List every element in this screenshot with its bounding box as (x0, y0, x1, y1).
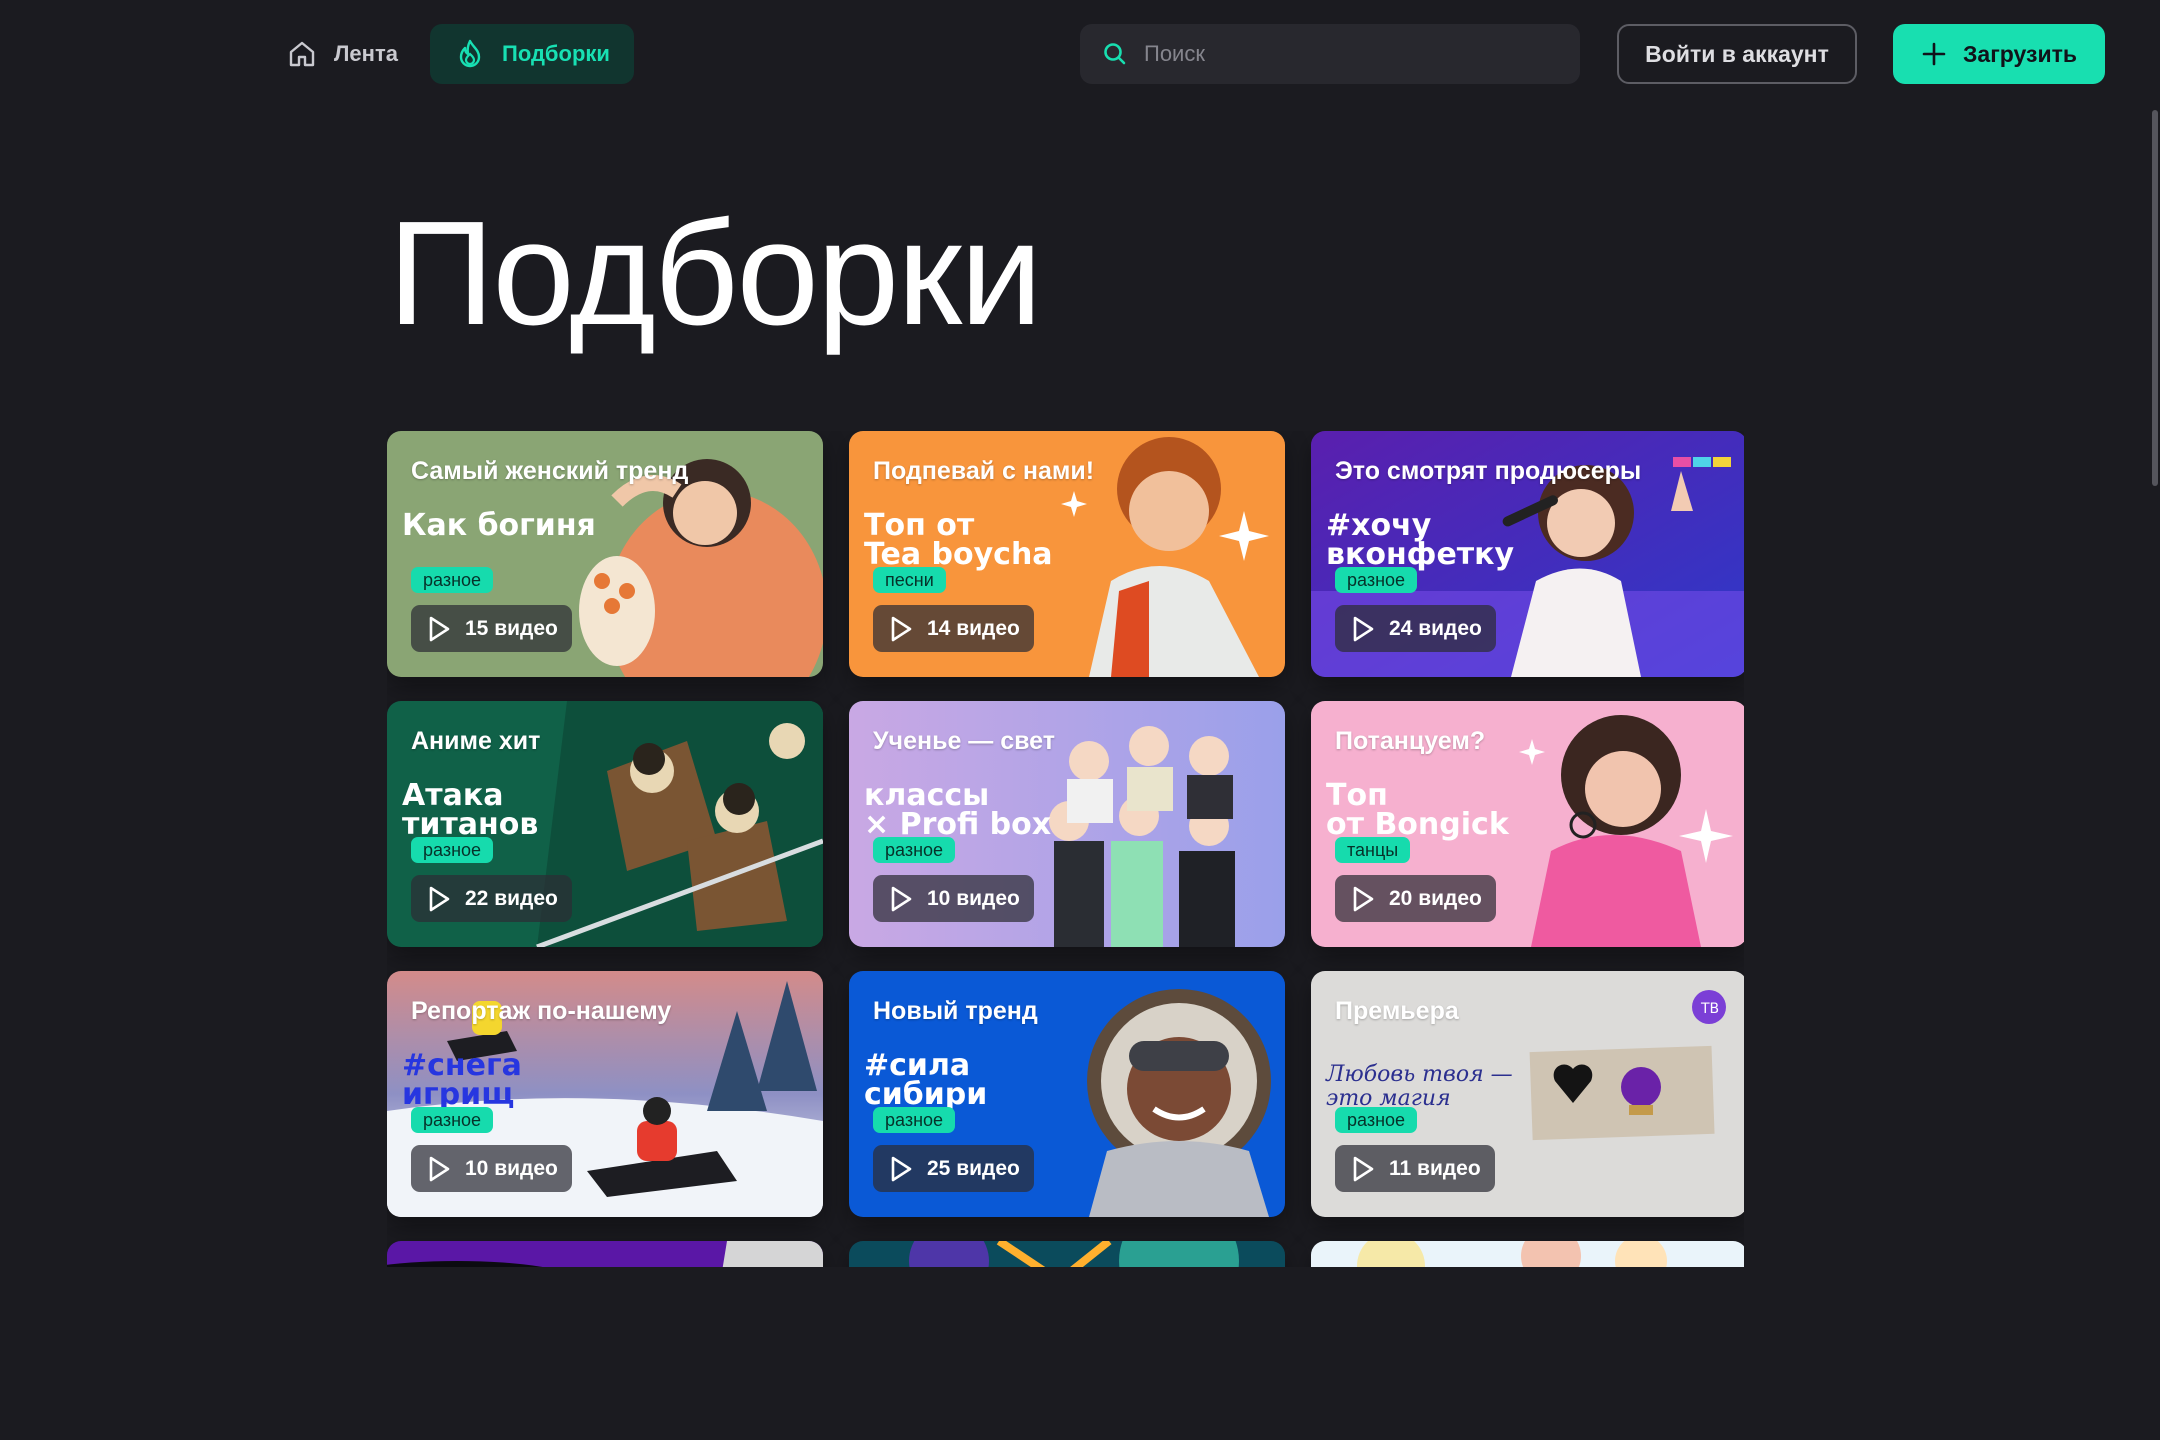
collection-card[interactable]: Репортаж по-нашему #снега игрищ разное 10 в… (387, 971, 823, 1217)
top-bar: Лента Подборки Войти в аккаунт Загрузить (0, 0, 2160, 110)
play-icon (1353, 1156, 1374, 1181)
card-category-tag: разное (411, 567, 494, 593)
collection-card[interactable]: Это смотрят продюсеры #хочу вконфетку разн… (1311, 431, 1744, 677)
video-count-badge: 24 видео (1335, 605, 1496, 652)
card-category-tag: разное (873, 837, 956, 863)
card-cover-caption: Атака титанов (402, 778, 539, 842)
play-icon (891, 616, 912, 641)
search-icon (1104, 43, 1126, 65)
play-icon (429, 886, 450, 911)
home-icon (289, 41, 315, 67)
video-count-label: 10 видео (927, 886, 1020, 910)
card-cover-caption: классы × Profi box (864, 778, 1052, 842)
app-root: Лента Подборки Войти в аккаунт Загрузить… (0, 0, 2160, 1440)
video-count-label: 20 видео (1389, 886, 1482, 910)
video-count-badge: 10 видео (411, 1145, 572, 1192)
card-title: Подпевай с нами! (873, 457, 1095, 485)
grid-bottom-clip (387, 1267, 1744, 1274)
video-count-badge: 25 видео (873, 1145, 1034, 1192)
svg-text:ТВ: ТВ (1700, 1001, 1719, 1017)
collections-grid: Самый женский тренд Как богиня разное 15 ви… (387, 431, 1744, 1274)
play-icon (429, 616, 450, 641)
collection-card[interactable]: Потанцуем? Топ от Bongick танцы 20 видео (1311, 701, 1744, 947)
video-count-badge: 20 видео (1335, 875, 1496, 922)
card-cover-caption: #сила сибири (864, 1048, 988, 1112)
login-button[interactable]: Войти в аккаунт (1617, 24, 1857, 84)
card-category-tag: разное (1335, 567, 1418, 593)
card-title: Репортаж по-нашему (411, 997, 672, 1025)
card-title: Ученье — свет (873, 727, 1055, 755)
video-count-badge: 22 видео (411, 875, 572, 922)
card-title: Это смотрят продюсеры (1335, 457, 1642, 485)
card-title: Новый тренд (873, 997, 1038, 1025)
video-count-badge: 11 видео (1335, 1145, 1495, 1192)
card-cover-caption: #снега игрищ (402, 1048, 522, 1112)
search-input[interactable] (1144, 41, 1558, 67)
video-count-label: 15 видео (465, 616, 558, 640)
card-title: Премьера (1335, 997, 1459, 1025)
scrollbar-thumb[interactable] (2152, 110, 2158, 486)
play-icon (891, 1156, 912, 1181)
video-count-badge: 14 видео (873, 605, 1034, 652)
nav-collections-label: Подборки (502, 41, 610, 66)
video-count-label: 14 видео (927, 616, 1020, 640)
collection-card[interactable]: ТВ Премьера Любовь твоя — это магия разное 1… (1311, 971, 1744, 1217)
nav-feed-label: Лента (334, 41, 398, 66)
play-icon (429, 1156, 450, 1181)
upload-button-label: Загрузить (1963, 40, 2077, 67)
scrollbar[interactable] (2150, 106, 2160, 1440)
card-title: Аниме хит (411, 727, 541, 755)
video-count-label: 10 видео (465, 1156, 558, 1180)
play-icon (1353, 616, 1374, 641)
card-cover-caption: Любовь твоя — это магия (1326, 1062, 1513, 1111)
video-count-label: 22 видео (465, 886, 558, 910)
upload-button[interactable]: Загрузить (1893, 24, 2105, 84)
card-category-tag: разное (411, 837, 494, 863)
card-cover-caption: Топ от Tea boycha (864, 508, 1053, 572)
card-cover-caption: #хочу вконфетку (1326, 508, 1515, 572)
page-title: Подборки (388, 191, 1043, 356)
collection-card[interactable]: Аниме хит Атака титанов разное 22 видео (387, 701, 823, 947)
collection-card[interactable]: Ученье — свет классы × Profi box разное 10 … (849, 701, 1285, 947)
video-count-label: 11 видео (1389, 1156, 1481, 1180)
card-category-tag: танцы (1335, 837, 1411, 863)
card-cover-caption: Как богиня (402, 508, 596, 543)
card-category-tag: песни (873, 567, 946, 593)
collection-card[interactable]: Самый женский тренд Как богиня разное 15 ви… (387, 431, 823, 677)
card-title: Самый женский тренд (411, 457, 689, 485)
card-category-tag: разное (411, 1107, 494, 1133)
video-count-label: 25 видео (927, 1156, 1020, 1180)
play-icon (1353, 886, 1374, 911)
plus-icon (1922, 42, 1946, 66)
video-count-badge: 10 видео (873, 875, 1034, 922)
fire-icon (459, 39, 481, 68)
card-category-tag: разное (1335, 1107, 1418, 1133)
nav-collections[interactable]: Подборки (430, 24, 634, 84)
nav-feed[interactable]: Лента (262, 24, 422, 84)
video-count-label: 24 видео (1389, 616, 1482, 640)
card-category-tag: разное (873, 1107, 956, 1133)
collection-card[interactable]: Подпевай с нами! Топ от Tea boycha песни 14… (849, 431, 1285, 677)
collection-card[interactable]: Новый тренд #сила сибири разное 25 видео (849, 971, 1285, 1217)
video-count-badge: 15 видео (411, 605, 572, 652)
play-icon (891, 886, 912, 911)
search-box[interactable] (1080, 24, 1580, 84)
card-cover-caption: Топ от Bongick (1326, 778, 1509, 842)
card-title: Потанцуем? (1335, 727, 1486, 755)
